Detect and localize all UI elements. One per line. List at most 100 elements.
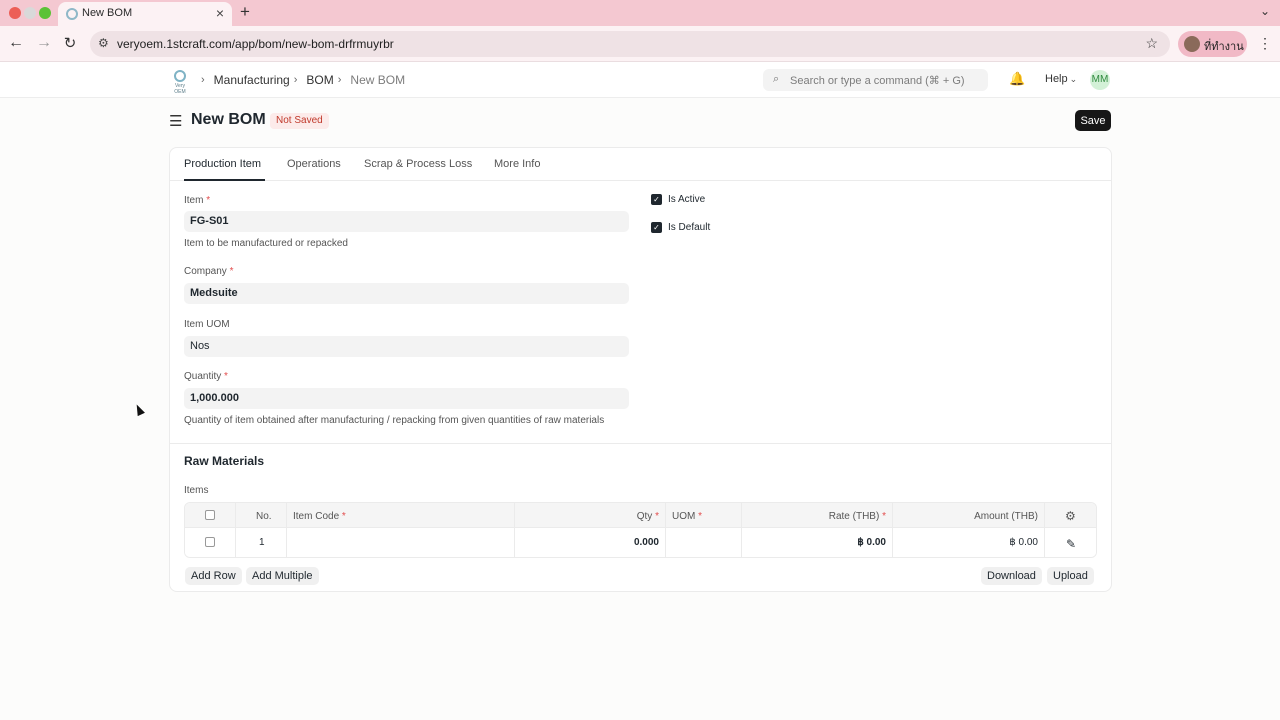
quantity-help-text: Quantity of item obtained after manufact… <box>184 415 605 426</box>
form-card: Production Item Operations Scrap & Proce… <box>169 147 1112 592</box>
app-navbar: Very OEM › Manufacturing › BOM › New BOM… <box>0 62 1280 98</box>
site-info-icon[interactable]: ⚙ <box>98 36 109 50</box>
help-label: Help <box>1045 73 1068 85</box>
header-item-code-text: Item Code <box>293 511 340 522</box>
row-select-cell <box>185 528 236 557</box>
select-all-checkbox[interactable] <box>205 510 215 520</box>
breadcrumb: › Manufacturing › BOM › New BOM <box>197 73 405 87</box>
search-input[interactable]: ⌕ Search or type a command (⌘ + G) <box>763 69 988 91</box>
row-checkbox[interactable] <box>205 537 215 547</box>
download-button[interactable]: Download <box>981 567 1042 585</box>
row-qty: 0.000 <box>633 537 659 548</box>
upload-button[interactable]: Upload <box>1047 567 1094 585</box>
tab-production-item[interactable]: Production Item <box>184 158 261 170</box>
settings-gear-icon[interactable]: ⚙ <box>1065 509 1076 523</box>
tab-more-info[interactable]: More Info <box>494 158 540 170</box>
item-label-text: Item <box>184 195 204 206</box>
required-mark: * <box>655 511 659 522</box>
url-text[interactable]: veryoem.1stcraft.com/app/bom/new-bom-drf… <box>117 37 394 51</box>
add-multiple-button[interactable]: Add Multiple <box>246 567 319 585</box>
sidebar-toggle-icon[interactable]: ☰ <box>169 112 182 130</box>
profile-chip[interactable]: ที่ทำงาน <box>1178 31 1247 57</box>
row-no: 1 <box>259 537 265 548</box>
browser-menu-icon[interactable]: ⋮ <box>1258 35 1272 52</box>
header-amount: Amount (THB) <box>893 503 1045 527</box>
tab-scrap-process-loss[interactable]: Scrap & Process Loss <box>364 158 472 170</box>
chevron-down-icon: ⌄ <box>1069 74 1078 84</box>
cell-qty[interactable]: 0.000 <box>515 528 666 557</box>
table-row[interactable]: 1 0.000 ฿ 0.00 ฿ 0.00 ✎ <box>185 528 1096 557</box>
header-amount-label: Amount (THB) <box>974 511 1038 522</box>
item-uom-field[interactable]: Nos <box>184 336 629 357</box>
add-row-button[interactable]: Add Row <box>185 567 242 585</box>
breadcrumb-manufacturing[interactable]: Manufacturing <box>214 73 290 87</box>
minimize-window-button[interactable] <box>24 7 36 19</box>
header-qty-label: Qty * <box>637 511 659 522</box>
mouse-cursor-icon <box>133 402 145 417</box>
notification-bell-icon[interactable]: 🔔 <box>1009 71 1025 87</box>
header-qty: Qty * <box>515 503 666 527</box>
quantity-field[interactable]: 1,000.000 <box>184 388 629 409</box>
required-mark: * <box>698 511 703 522</box>
help-dropdown[interactable]: Help ⌄ <box>1045 73 1077 85</box>
cell-uom[interactable] <box>666 528 742 557</box>
search-placeholder: Search or type a command (⌘ + G) <box>790 75 965 87</box>
item-field[interactable]: FG-S01 <box>184 211 629 232</box>
back-arrow-icon[interactable]: ← <box>6 34 26 52</box>
header-uom: UOM * <box>666 503 742 527</box>
reload-icon[interactable]: ↻ <box>60 34 80 52</box>
logo-mark-icon <box>174 70 186 82</box>
forward-arrow-icon[interactable]: → <box>34 34 54 52</box>
items-table: No. Item Code * Qty * UOM * Rate (THB) *… <box>184 502 1097 558</box>
cell-amount: ฿ 0.00 <box>893 528 1045 557</box>
browser-titlebar: New BOM × + ⌄ <box>0 0 1280 26</box>
tab-list-chevron-icon[interactable]: ⌄ <box>1260 4 1270 18</box>
required-mark: * <box>224 371 228 382</box>
raw-materials-title: Raw Materials <box>184 454 265 468</box>
item-help-text: Item to be manufactured or repacked <box>184 238 348 249</box>
address-bar[interactable]: ⚙ veryoem.1stcraft.com/app/bom/new-bom-d… <box>90 31 1170 57</box>
edit-pencil-icon[interactable]: ✎ <box>1066 537 1076 551</box>
section-divider <box>170 443 1111 444</box>
cell-rate[interactable]: ฿ 0.00 <box>742 528 893 557</box>
table-header: No. Item Code * Qty * UOM * Rate (THB) *… <box>185 503 1096 528</box>
header-no: No. <box>236 503 287 527</box>
is-active-checkbox[interactable]: ✓ <box>651 194 662 205</box>
required-mark: * <box>882 511 886 522</box>
company-field[interactable]: Medsuite <box>184 283 629 304</box>
bookmark-star-icon[interactable]: ☆ <box>1145 35 1158 52</box>
avatar[interactable]: MM <box>1090 70 1110 90</box>
maximize-window-button[interactable] <box>39 7 51 19</box>
quantity-label-text: Quantity <box>184 371 222 382</box>
close-window-button[interactable] <box>9 7 21 19</box>
required-mark: * <box>341 511 346 522</box>
quantity-label: Quantity * <box>184 371 228 382</box>
header-uom-text: UOM <box>672 511 696 522</box>
search-icon: ⌕ <box>773 73 780 85</box>
new-tab-icon[interactable]: + <box>240 2 250 22</box>
active-tab-indicator <box>184 179 265 181</box>
tab-operations[interactable]: Operations <box>287 158 341 170</box>
is-default-checkbox[interactable]: ✓ <box>651 222 662 233</box>
header-qty-text: Qty <box>636 511 653 522</box>
browser-tab[interactable]: New BOM × <box>58 2 232 26</box>
breadcrumb-bom[interactable]: BOM <box>306 73 333 87</box>
save-button[interactable]: Save <box>1075 110 1111 131</box>
cell-item-code[interactable] <box>287 528 515 557</box>
tab-title: New BOM <box>82 7 133 19</box>
breadcrumb-current: New BOM <box>350 73 406 87</box>
row-amount: ฿ 0.00 <box>1009 537 1038 548</box>
breadcrumb-separator: › <box>201 74 205 86</box>
tab-close-icon[interactable]: × <box>216 5 224 21</box>
required-mark: * <box>229 266 234 277</box>
header-settings: ⚙ <box>1045 503 1096 527</box>
app-logo[interactable]: Very OEM <box>169 70 191 95</box>
item-label: Item * <box>184 195 210 206</box>
header-rate-text: Rate (THB) <box>828 511 880 522</box>
company-label: Company * <box>184 266 234 277</box>
is-active-label: Is Active <box>668 194 706 205</box>
header-item-code: Item Code * <box>287 503 515 527</box>
header-rate-label: Rate (THB) * <box>829 511 886 522</box>
page-title: New BOM <box>191 111 266 128</box>
header-no-label: No. <box>256 511 272 522</box>
